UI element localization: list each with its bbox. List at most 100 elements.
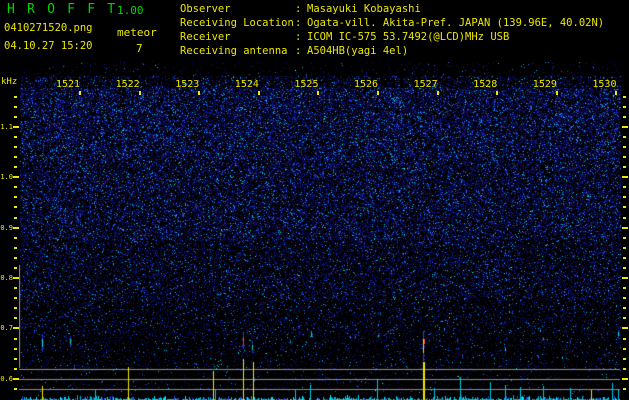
freq-tick-left: [14, 387, 17, 390]
freq-tick-left: [13, 226, 19, 229]
freq-tick-left: [14, 337, 17, 340]
freq-tick-left: [14, 317, 17, 320]
info-row-antenna: Receiving antenna: A504HB(yagi 4el): [180, 45, 408, 57]
freq-tick-left: [14, 105, 17, 108]
meteor-count: 7: [136, 42, 143, 55]
freq-tick-right: [623, 115, 626, 118]
time-label: 1530: [592, 79, 617, 90]
info-label: Observer: [180, 3, 231, 15]
info-colon: :: [295, 45, 302, 57]
freq-tick-left: [14, 146, 17, 148]
freq-tick-right: [623, 206, 626, 209]
freq-tick-right: [622, 277, 628, 280]
freq-tick-left: [14, 236, 17, 239]
time-label: 1528: [473, 79, 498, 90]
freq-label: 0.8: [0, 274, 13, 283]
time-label: 1522: [115, 79, 140, 90]
mode-label: meteor: [117, 26, 157, 39]
info-colon: :: [295, 17, 302, 29]
freq-tick-right: [622, 327, 628, 330]
freq-tick-left: [14, 256, 17, 259]
freq-label: 1.0: [0, 173, 13, 182]
hrofft-screen: H R O F F T 1.00 0410271520.png meteor 0…: [0, 0, 629, 400]
freq-tick-right: [623, 347, 626, 350]
time-tick: [257, 91, 260, 95]
freq-label: 0.7: [0, 324, 13, 333]
freq-label: 1.1: [0, 122, 13, 131]
info-value: Masayuki Kobayashi: [307, 3, 421, 15]
time-tick: [555, 91, 558, 95]
freq-tick-left: [14, 186, 17, 189]
freq-tick-left: [14, 95, 17, 98]
info-value: ICOM IC-575 53.7492(@LCD)MHz USB: [307, 31, 510, 43]
freq-tick-left: [14, 367, 17, 370]
freq-tick-left: [14, 196, 17, 199]
app-version: 1.00: [117, 4, 144, 17]
freq-tick-left: [14, 135, 17, 138]
freq-tick-right: [623, 256, 626, 259]
info-label: Receiving Location: [180, 17, 294, 29]
freq-tick-right: [623, 196, 626, 199]
app-title: H R O F F T: [7, 2, 118, 17]
freq-tick-left: [13, 277, 19, 280]
freq-tick-left: [14, 347, 17, 350]
info-row-receiver: Receiver: ICOM IC-575 53.7492(@LCD)MHz US…: [180, 31, 509, 43]
freq-tick-right: [623, 105, 626, 108]
freq-tick-right: [622, 125, 628, 128]
freq-tick-left: [14, 216, 17, 219]
freq-tick-left: [13, 125, 19, 128]
freq-tick-left: [14, 166, 17, 169]
freq-tick-left: [14, 307, 17, 310]
time-label: 1525: [294, 79, 319, 90]
freq-tick-left: [14, 297, 17, 300]
freq-tick-right: [623, 357, 626, 360]
freq-tick-right: [623, 156, 626, 159]
time-tick: [79, 91, 81, 95]
freq-tick-left: [14, 287, 17, 290]
freq-tick-right: [623, 297, 626, 300]
datetime-label: 04.10.27 15:20: [4, 40, 93, 52]
output-filename: 0410271520.png: [4, 22, 93, 34]
time-tick: [377, 91, 379, 95]
info-colon: :: [295, 31, 302, 43]
freq-tick-right: [623, 266, 626, 269]
info-label: Receiving antenna: [180, 45, 288, 57]
info-colon: :: [295, 3, 302, 15]
freq-tick-right: [623, 317, 626, 320]
freq-tick-right: [623, 387, 626, 390]
freq-label: 0.6: [0, 374, 13, 383]
freq-tick-right: [623, 307, 626, 310]
freq-tick-right: [623, 186, 626, 189]
time-tick: [198, 91, 201, 95]
freq-tick-left: [14, 206, 17, 209]
freq-tick-left: [14, 357, 17, 360]
freq-tick-right: [622, 377, 628, 380]
freq-tick-right: [623, 146, 626, 148]
info-row-observer: Observer: Masayuki Kobayashi: [180, 3, 421, 15]
freq-tick-right: [623, 246, 626, 249]
info-value: Ogata-vill. Akita-Pref. JAPAN (139.96E, …: [307, 17, 605, 29]
time-label: 1523: [175, 79, 200, 90]
time-label: 1527: [413, 79, 438, 90]
time-label: 1521: [56, 79, 81, 90]
freq-tick-left: [14, 156, 17, 159]
time-tick: [436, 91, 439, 95]
time-tick: [317, 91, 320, 95]
info-row-location: Receiving Location: Ogata-vill. Akita-Pre…: [180, 17, 604, 29]
time-tick: [615, 91, 618, 95]
freq-tick-right: [623, 135, 626, 138]
time-tick: [138, 91, 141, 95]
freq-tick-right: [622, 226, 628, 229]
freq-tick-left: [13, 377, 19, 380]
freq-tick-left: [13, 327, 19, 330]
freq-tick-right: [623, 337, 626, 340]
info-value: A504HB(yagi 4el): [307, 45, 409, 57]
freq-tick-right: [623, 367, 626, 370]
info-label: Receiver: [180, 31, 231, 43]
freq-tick-right: [623, 216, 626, 219]
freq-label: 0.9: [0, 223, 13, 232]
freq-tick-right: [623, 166, 626, 169]
freq-tick-right: [622, 176, 628, 179]
spectrogram-canvas: [19, 62, 622, 400]
time-label: 1529: [532, 79, 557, 90]
